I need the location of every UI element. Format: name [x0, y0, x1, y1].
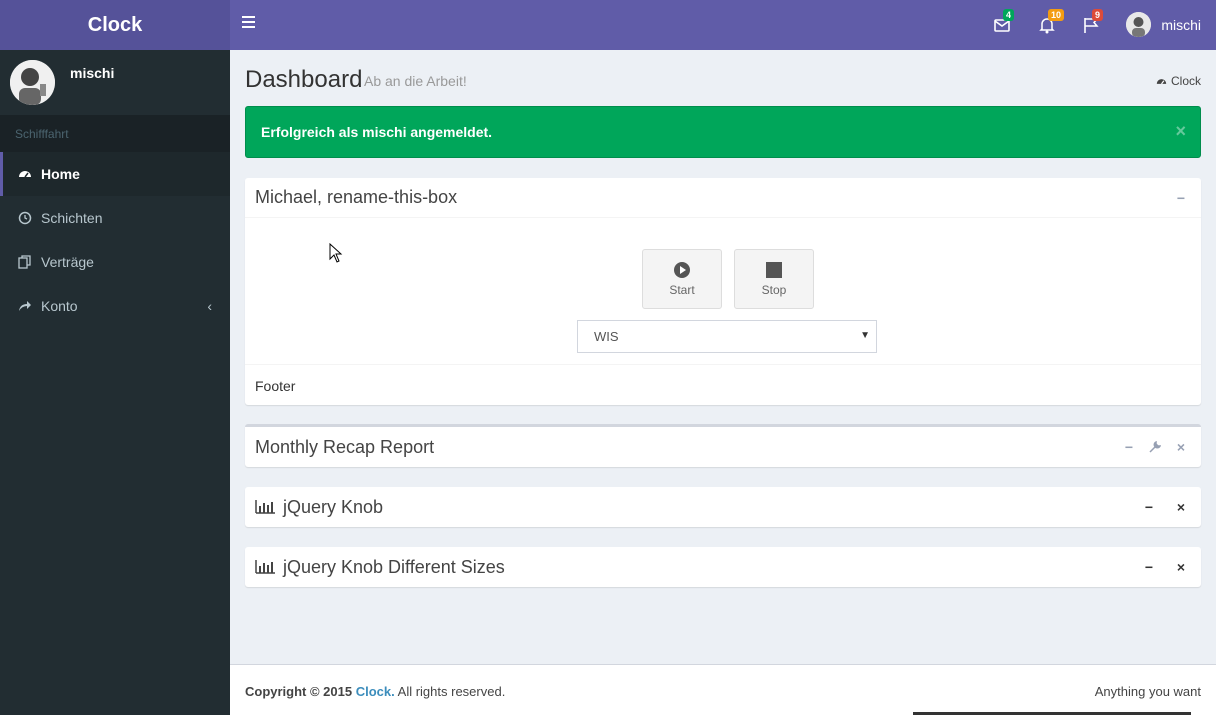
- copyright-text: Copyright © 2015: [245, 684, 353, 699]
- box-title: jQuery Knob Different Sizes: [283, 556, 505, 577]
- start-button[interactable]: Start: [642, 249, 722, 309]
- box-title: Monthly Recap Report: [255, 436, 435, 457]
- box-footer: Footer: [245, 364, 1201, 405]
- breadcrumb[interactable]: Clock: [1156, 74, 1201, 88]
- alert-message: Erfolgreich als mischi angemeldet.: [261, 124, 493, 140]
- success-alert: Erfolgreich als mischi angemeldet. ×: [245, 106, 1201, 158]
- bar-chart-icon: [255, 560, 275, 574]
- close-icon[interactable]: ×: [1171, 437, 1191, 457]
- sidebar-item-label: Konto: [41, 298, 78, 314]
- close-icon[interactable]: ×: [1171, 557, 1191, 577]
- box-header: jQuery Knob − ×: [245, 487, 1201, 527]
- sidebar-item-konto[interactable]: Konto ‹: [0, 284, 230, 328]
- sidebar-toggle-icon[interactable]: [242, 16, 260, 34]
- close-icon[interactable]: ×: [1171, 497, 1191, 517]
- box-title: jQuery Knob: [283, 496, 384, 517]
- page-subtitle: Ab an die Arbeit!: [364, 73, 467, 89]
- page-title: Dashboard: [245, 66, 363, 93]
- sidebar-username: mischi: [70, 65, 115, 81]
- header-username: mischi: [1161, 16, 1201, 33]
- mouse-cursor-icon: [329, 243, 343, 263]
- user-menu[interactable]: mischi: [1126, 12, 1201, 37]
- messages-badge: 4: [1003, 9, 1015, 21]
- stop-button[interactable]: Stop: [734, 249, 814, 309]
- stop-icon: [766, 262, 782, 278]
- start-label: Start: [669, 283, 695, 297]
- sidebar-item-vertraege[interactable]: Verträge: [0, 240, 230, 284]
- play-icon: [674, 262, 690, 278]
- footer-right-text: Anything you want: [1094, 684, 1201, 699]
- app-logo[interactable]: Clock: [0, 0, 230, 50]
- knob-box: jQuery Knob − ×: [245, 487, 1201, 527]
- timer-box: Michael, rename-this-box − Start Stop WI…: [245, 178, 1201, 405]
- collapse-icon[interactable]: −: [1171, 188, 1191, 208]
- box-header: Monthly Recap Report − ×: [245, 427, 1201, 467]
- bar-chart-icon: [255, 500, 275, 514]
- box-title: Michael, rename-this-box: [255, 187, 458, 207]
- avatar: [10, 60, 55, 105]
- top-navbar: 4 10 9 mischi: [230, 0, 1216, 50]
- stop-label: Stop: [761, 283, 787, 297]
- knob-sizes-box: jQuery Knob Different Sizes − ×: [245, 547, 1201, 587]
- notifications-badge: 10: [1048, 9, 1065, 21]
- dashboard-icon: [1156, 78, 1167, 84]
- box-header: jQuery Knob Different Sizes − ×: [245, 547, 1201, 587]
- collapse-icon[interactable]: −: [1139, 557, 1159, 577]
- breadcrumb-item: Clock: [1170, 74, 1201, 88]
- dashboard-icon: [17, 166, 33, 182]
- sidebar-item-label: Verträge: [41, 254, 94, 270]
- sidebar-section-header: Schifffahrt: [0, 115, 230, 152]
- collapse-icon[interactable]: −: [1119, 437, 1139, 457]
- collapse-icon[interactable]: −: [1139, 497, 1159, 517]
- sidebar-item-label: Home: [41, 166, 80, 182]
- project-select[interactable]: WIS ▼: [577, 320, 877, 353]
- share-icon: [17, 298, 33, 314]
- files-icon: [17, 254, 33, 270]
- sidebar: mischi Schifffahrt Home Schichten Verträ…: [0, 50, 230, 715]
- user-panel: mischi: [0, 50, 230, 115]
- dropdown-arrow-icon: ▼: [860, 330, 870, 341]
- tasks-button[interactable]: 9: [1082, 9, 1104, 36]
- sidebar-item-label: Schichten: [41, 210, 103, 226]
- page-footer: Copyright © 2015 Clock. All rights reser…: [230, 664, 1216, 715]
- rights-text: All rights reserved.: [397, 684, 506, 699]
- clock-icon: [17, 210, 33, 226]
- wrench-icon[interactable]: [1145, 437, 1165, 457]
- messages-button[interactable]: 4: [993, 9, 1015, 36]
- footer-brand-link[interactable]: Clock.: [356, 684, 395, 699]
- sidebar-item-schichten[interactable]: Schichten: [0, 196, 230, 240]
- main-content: Dashboard Ab an die Arbeit! Clock Erfolg…: [230, 50, 1216, 664]
- chevron-left-icon[interactable]: ‹: [207, 298, 212, 314]
- sidebar-item-home[interactable]: Home: [0, 152, 230, 196]
- select-value: WIS: [594, 329, 619, 344]
- avatar: [1126, 12, 1152, 37]
- box-header: Michael, rename-this-box −: [245, 178, 1201, 218]
- tasks-badge: 9: [1092, 9, 1104, 21]
- recap-box: Monthly Recap Report − ×: [245, 424, 1201, 467]
- close-icon[interactable]: ×: [1175, 121, 1186, 142]
- notifications-button[interactable]: 10: [1038, 9, 1065, 36]
